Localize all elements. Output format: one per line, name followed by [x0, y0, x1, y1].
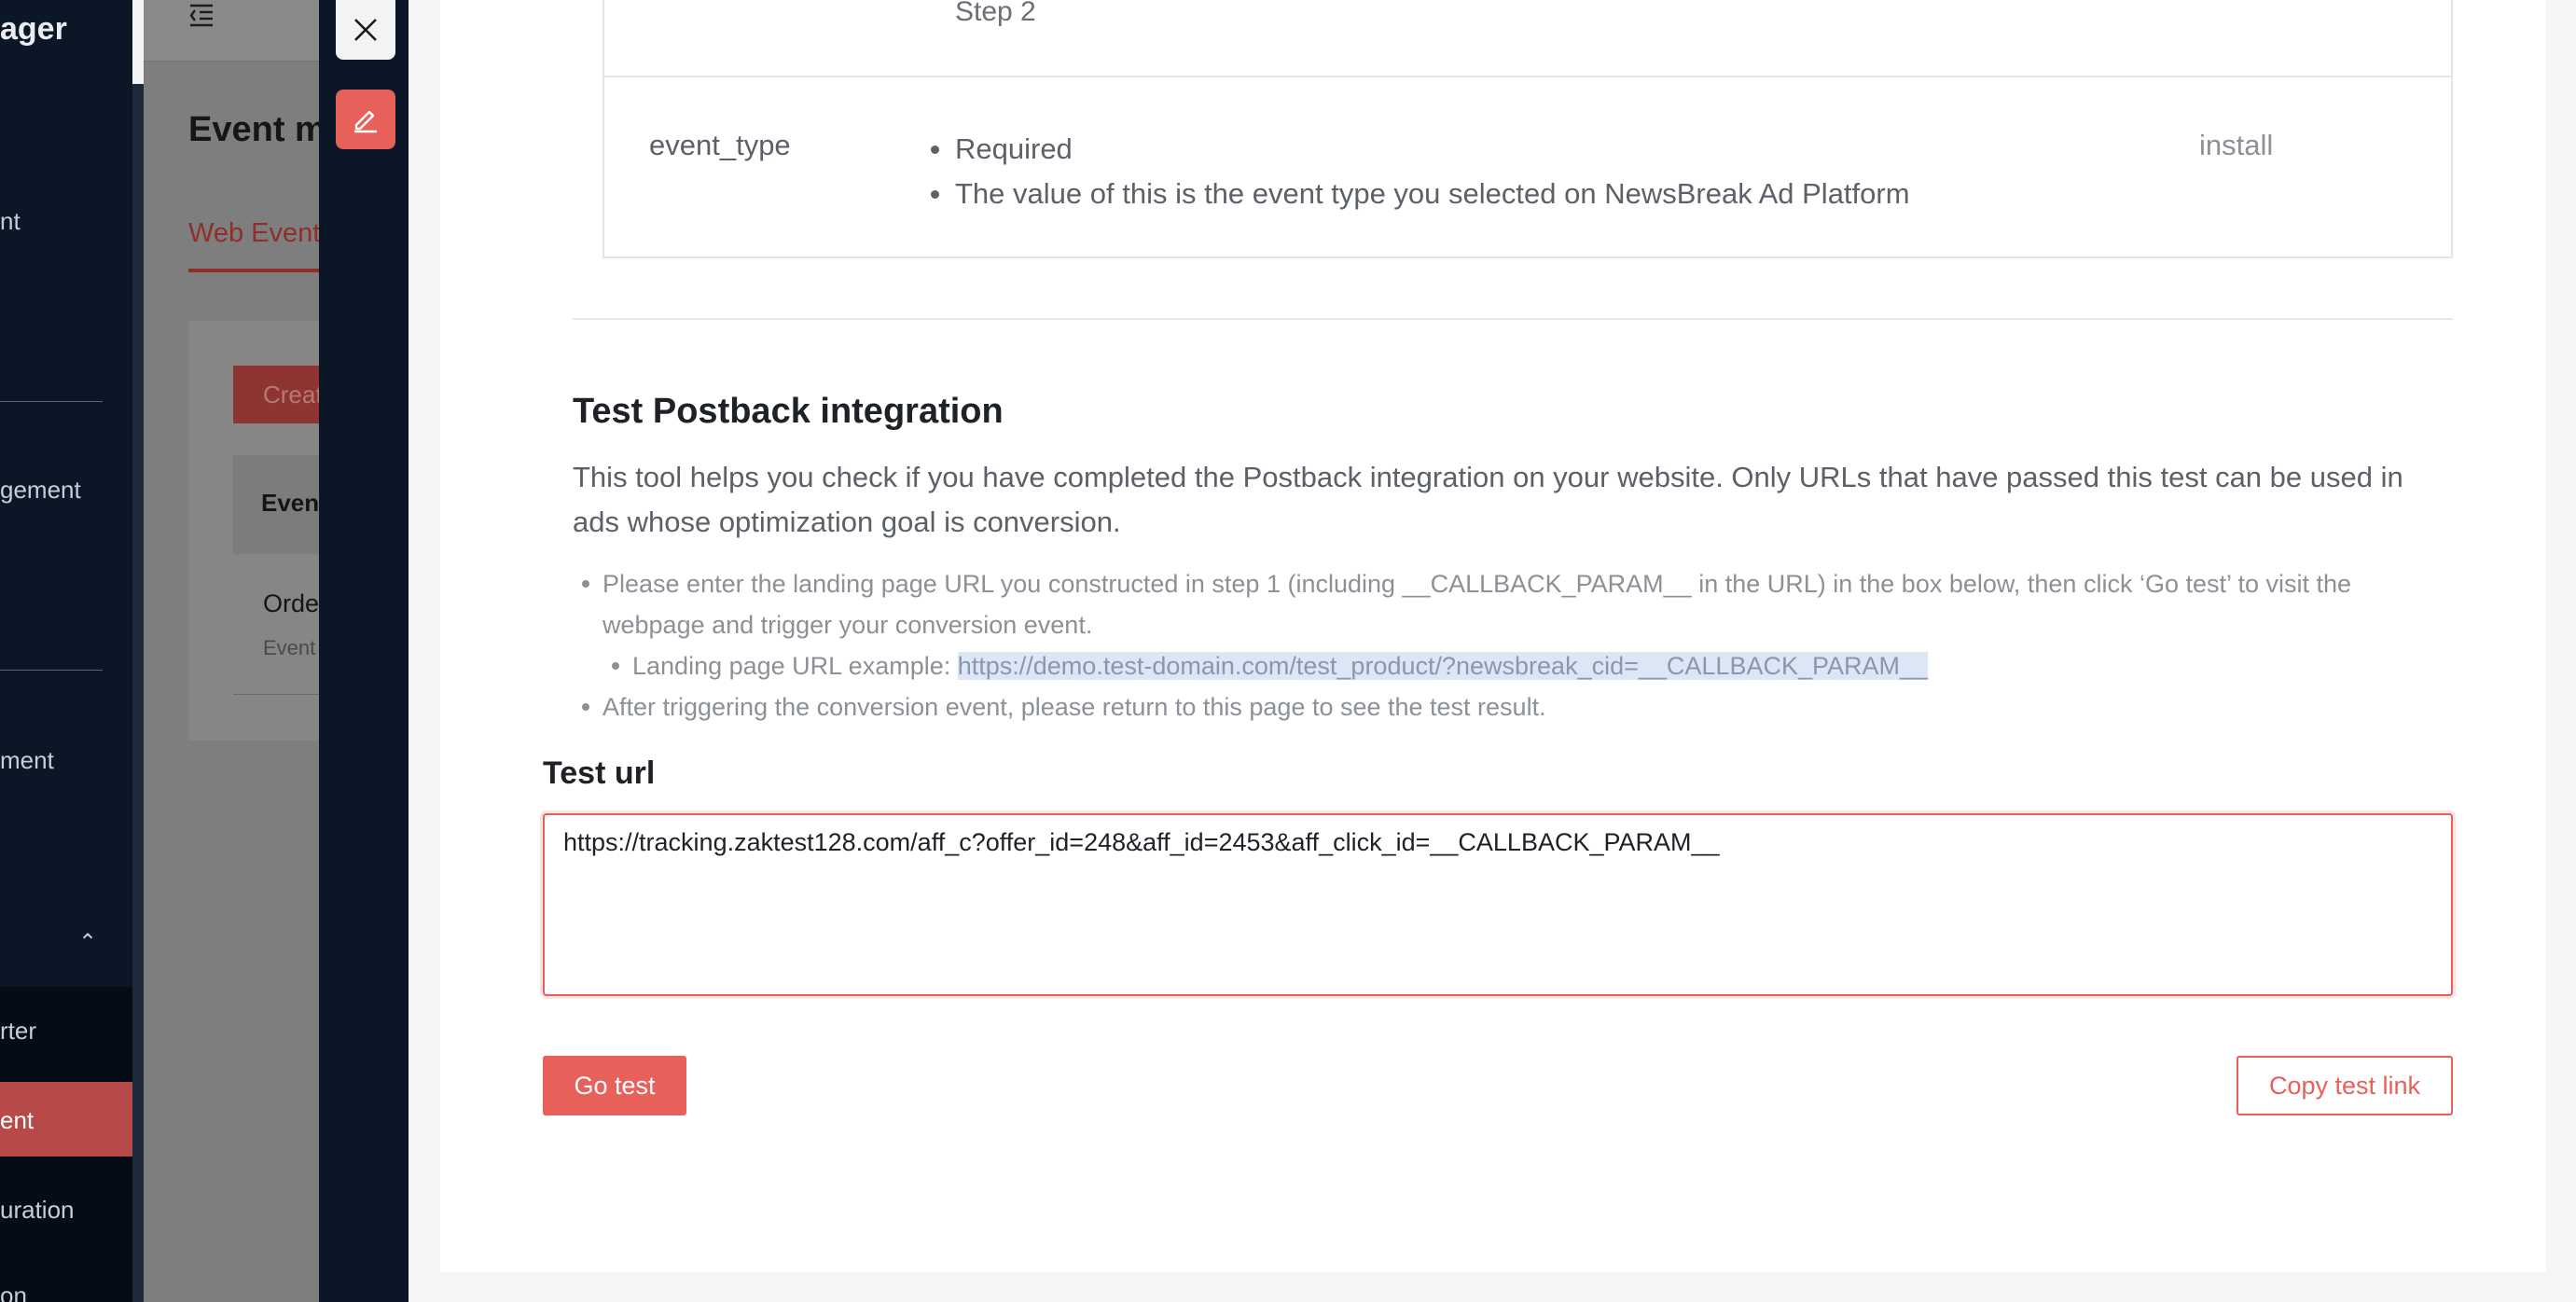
instructions-list: Please enter the landing page URL you co…: [582, 563, 2458, 727]
create-button[interactable]: Creat: [233, 366, 319, 423]
sidebar-item-1[interactable]: nt: [0, 207, 21, 236]
sidebar-subitem-3[interactable]: uration: [0, 1196, 75, 1225]
param-notes: Required The value of this is the event …: [931, 127, 1910, 216]
sidebar-subitem-4[interactable]: on: [0, 1281, 27, 1302]
table-row-subtitle: Event: [263, 636, 316, 659]
instruction-subitem: Landing page URL example: https://demo.t…: [612, 645, 2458, 686]
edit-button[interactable]: [336, 90, 395, 149]
sidebar: ager nt gement ment ⌃ rter ent uration o…: [0, 0, 132, 1302]
instruction-item: After triggering the conversion event, p…: [582, 686, 2458, 727]
instruction-item: Please enter the landing page URL you co…: [582, 563, 2458, 686]
table-row-divider: [233, 694, 319, 695]
edit-icon: [354, 110, 377, 133]
parameter-table: Step 2 event_type Required The value of …: [602, 0, 2453, 258]
param-name: event_type: [649, 129, 791, 161]
section-divider: [573, 318, 2453, 320]
sidebar-divider: [0, 670, 103, 671]
sidebar-subitem-1[interactable]: rter: [0, 1017, 36, 1046]
sidebar-item-3[interactable]: ment: [0, 746, 54, 775]
copy-test-link-button[interactable]: Copy test link: [2237, 1056, 2453, 1115]
drawer-action-rail: [319, 0, 409, 1302]
tab-web-event[interactable]: Web Event: [188, 218, 319, 249]
table-row-divider: [604, 76, 2451, 77]
test-url-input[interactable]: https://tracking.zaktest128.com/aff_c?of…: [543, 813, 2453, 996]
chevron-up-icon[interactable]: ⌃: [78, 929, 97, 956]
param-note: The value of this is the event type you …: [931, 172, 1910, 216]
top-bar: [144, 0, 319, 62]
param-note: Required: [931, 127, 1910, 172]
sidebar-subitem-active[interactable]: ent: [0, 1106, 34, 1135]
close-icon: [354, 19, 377, 41]
close-button[interactable]: [336, 0, 395, 60]
param-example: install: [2199, 129, 2274, 161]
section-title: Test Postback integration: [573, 392, 1004, 431]
background-page-overlay: Event m Web Event Creat Event Orde Event: [144, 0, 319, 1302]
app-brand: ager: [0, 11, 67, 47]
sidebar-item-2[interactable]: gement: [0, 476, 81, 505]
table-row-name[interactable]: Orde: [263, 589, 319, 618]
drawer-panel: Step 2 event_type Required The value of …: [440, 0, 2546, 1272]
example-prefix: Landing page URL example:: [632, 652, 958, 680]
go-test-button[interactable]: Go test: [543, 1056, 686, 1115]
step-text: Step 2: [955, 0, 1036, 27]
test-url-label: Test url: [543, 755, 656, 791]
example-url[interactable]: https://demo.test-domain.com/test_produc…: [957, 652, 1929, 680]
tab-indicator: [188, 269, 319, 272]
instruction-text: After triggering the conversion event, p…: [602, 693, 1546, 721]
table-header: Event: [233, 455, 319, 554]
page-title: Event m: [188, 110, 319, 149]
sidebar-scrollbar[interactable]: [132, 84, 144, 1302]
sidebar-divider: [0, 401, 103, 402]
menu-fold-icon[interactable]: [188, 2, 215, 28]
section-description: This tool helps you check if you have co…: [573, 461, 2403, 538]
instruction-text: Please enter the landing page URL you co…: [602, 570, 2352, 639]
